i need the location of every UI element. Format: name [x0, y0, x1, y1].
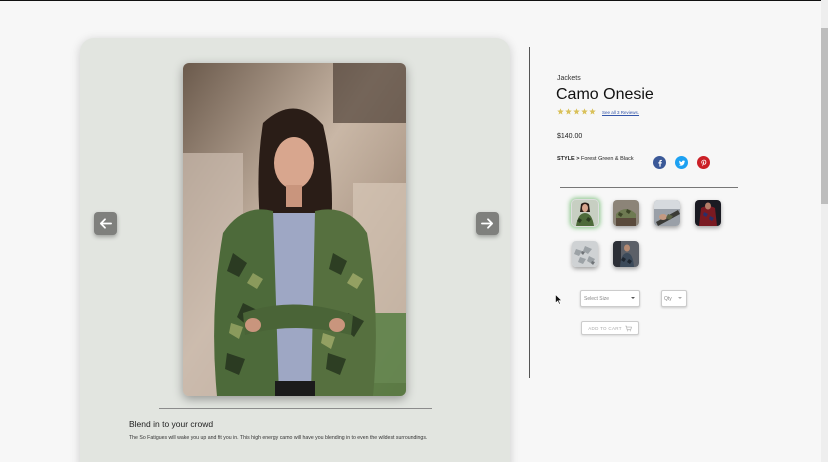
blurb-title: Blend in to your crowd: [129, 419, 214, 429]
cart-icon: [625, 325, 632, 331]
rating-stars: [557, 108, 596, 115]
star-icon: [589, 108, 596, 115]
add-to-cart-button[interactable]: ADD TO CART: [581, 321, 639, 335]
pinterest-icon: [700, 159, 706, 166]
style-label: STYLE >: [557, 156, 580, 162]
vertical-divider: [529, 47, 530, 378]
blurb-text: The So Fatigues will wake you up and fit…: [129, 435, 428, 441]
chevron-down-icon: [678, 297, 682, 299]
details-divider: [560, 187, 738, 188]
product-gallery-card: Blend in to your crowd The So Fatigues w…: [80, 38, 510, 462]
gallery-divider: [159, 408, 432, 409]
star-icon: [573, 108, 580, 115]
pinterest-share-button[interactable]: [697, 156, 710, 169]
top-border: [0, 0, 828, 1]
quantity-placeholder: Qty: [664, 296, 672, 302]
next-image-button[interactable]: [476, 212, 499, 235]
quantity-select[interactable]: Qty: [661, 290, 687, 307]
thumbnail-camo-cap[interactable]: [613, 200, 639, 226]
add-to-cart-label: ADD TO CART: [588, 325, 622, 331]
see-all-reviews-link[interactable]: See all 3 Reviews.: [602, 110, 639, 115]
mouse-cursor-icon: [555, 294, 563, 305]
size-select-placeholder: Select Size: [584, 296, 610, 302]
style-value: Forest Green & Black: [581, 156, 634, 162]
scrollbar[interactable]: [821, 0, 828, 462]
thumbnail-grey-camo[interactable]: [572, 241, 598, 267]
star-icon: [557, 108, 564, 115]
thumbnail-red-camo[interactable]: [695, 200, 721, 226]
star-icon: [565, 108, 572, 115]
thumbnail-camo-hands[interactable]: [654, 200, 680, 226]
arrow-left-icon: [99, 218, 112, 229]
main-product-photo: [183, 63, 406, 396]
facebook-share-button[interactable]: [653, 156, 666, 169]
scrollbar-thumb[interactable]: [821, 28, 828, 204]
style-info: STYLE > Forest Green & Black: [557, 156, 634, 162]
thumbnail-camo-woman[interactable]: [572, 200, 598, 226]
thumbnail-camo-man[interactable]: [613, 241, 639, 267]
arrow-right-icon: [481, 218, 494, 229]
product-title: Camo Onesie: [556, 86, 654, 103]
product-price: $140.00: [557, 133, 583, 140]
twitter-icon: [678, 159, 685, 166]
star-icon: [581, 108, 588, 115]
twitter-share-button[interactable]: [675, 156, 688, 169]
chevron-down-icon: [631, 297, 635, 299]
facebook-icon: [657, 159, 662, 167]
prev-image-button[interactable]: [94, 212, 117, 235]
product-category[interactable]: Jackets: [557, 75, 581, 82]
size-select[interactable]: Select Size: [580, 290, 640, 307]
